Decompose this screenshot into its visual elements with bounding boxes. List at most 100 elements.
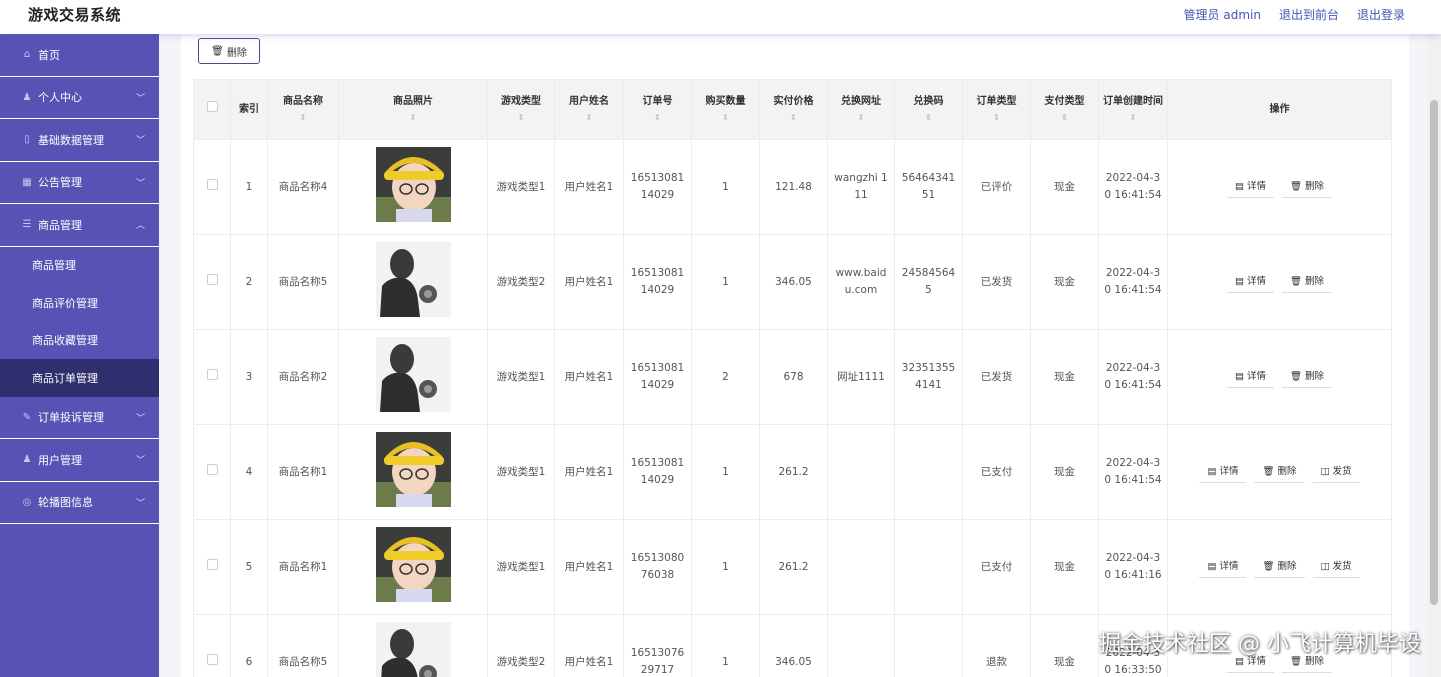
game-type-cell: 游戏类型1 xyxy=(487,139,555,235)
sort-icon[interactable]: ⇕ xyxy=(790,113,797,122)
delete-button[interactable]: 🗑 删除 xyxy=(1281,176,1333,198)
game-type-cell: 游戏类型2 xyxy=(487,234,555,330)
column-header[interactable]: 实付价格 ⇕ xyxy=(759,79,828,140)
detail-label: 详情 xyxy=(1246,276,1266,287)
detail-button[interactable]: ▤ 详情 xyxy=(1226,271,1274,293)
sort-icon[interactable]: ⇕ xyxy=(518,113,525,122)
created-time-cell: 2022-04-30 16:41:54 xyxy=(1098,234,1168,330)
detail-button[interactable]: ▤ 详情 xyxy=(1226,366,1274,388)
user-name-cell: 用户姓名1 xyxy=(554,424,624,520)
pay-type-cell: 现金 xyxy=(1030,519,1099,615)
column-header[interactable]: 用户姓名 ⇕ xyxy=(554,79,624,140)
sort-icon[interactable]: ⇕ xyxy=(858,113,865,122)
product-photo[interactable] xyxy=(343,241,483,323)
select-all-checkbox[interactable] xyxy=(206,101,218,112)
exit-to-front-link[interactable]: 退出到前台 xyxy=(1279,6,1339,23)
chevron-down-icon: ﹀ xyxy=(135,178,145,189)
row-checkbox[interactable] xyxy=(206,273,218,285)
delete-button[interactable]: 🗑 删除 xyxy=(1281,271,1333,293)
detail-button[interactable]: ▤ 详情 xyxy=(1226,176,1274,198)
column-header[interactable]: 索引 xyxy=(230,79,268,140)
column-header-label: 实付价格 xyxy=(773,95,814,107)
product-photo[interactable] xyxy=(343,621,483,677)
sidebar-item[interactable]: ⌂ 首页 xyxy=(0,34,159,77)
sort-icon[interactable]: ⇕ xyxy=(1130,113,1137,122)
admin-user-link[interactable]: 管理员 admin xyxy=(1184,6,1261,23)
sidebar-item[interactable]: ☰ 商品管理 ︿ xyxy=(0,204,159,247)
scrollbar-thumb[interactable] xyxy=(1430,100,1438,605)
sort-icon[interactable]: ⇕ xyxy=(410,113,417,122)
row-checkbox[interactable] xyxy=(206,178,218,190)
column-header-label: 兑换码 xyxy=(913,95,944,107)
sort-icon[interactable]: ⇕ xyxy=(1061,113,1068,122)
detail-button[interactable]: ▤ 详情 xyxy=(1199,556,1247,578)
column-header[interactable]: 购买数量 ⇕ xyxy=(691,79,760,140)
sidebar-subitem[interactable]: 商品管理 xyxy=(0,247,159,285)
sidebar-item[interactable]: ♟ 用户管理 ﹀ xyxy=(0,439,159,482)
sort-icon[interactable]: ⇕ xyxy=(993,113,1000,122)
delete-button[interactable]: 🗑 删除 xyxy=(1254,556,1305,578)
column-header[interactable]: 订单创建时间 ⇕ xyxy=(1098,79,1168,140)
price-cell: 121.48 xyxy=(759,139,828,235)
sidebar-subitem[interactable]: 商品订单管理 xyxy=(0,359,159,397)
column-header[interactable]: 订单类型 ⇕ xyxy=(962,79,1031,140)
sidebar-item[interactable]: ◎ 轮播图信息 ﹀ xyxy=(0,482,159,524)
redeem-url-cell: www.baidu.com xyxy=(827,234,895,330)
product-photo[interactable] xyxy=(343,146,483,228)
delete-button[interactable]: 🗑 删除 xyxy=(1281,366,1333,388)
product-photo[interactable] xyxy=(343,431,483,513)
column-header[interactable]: 兑换网址 ⇕ xyxy=(827,79,895,140)
order-type-cell: 已评价 xyxy=(962,139,1031,235)
row-checkbox[interactable] xyxy=(206,653,218,665)
column-header[interactable]: 兑换码 ⇕ xyxy=(894,79,963,140)
row-select-cell xyxy=(193,139,231,235)
sort-icon[interactable]: ⇕ xyxy=(654,113,661,122)
user-icon: ♟ xyxy=(22,454,32,466)
delete-button[interactable]: 🗑 删除 xyxy=(1254,461,1305,483)
detail-button[interactable]: ▤ 详情 xyxy=(1199,461,1247,483)
row-select-cell xyxy=(193,614,231,677)
user-name-cell: 用户姓名1 xyxy=(554,139,624,235)
redeem-url-cell: 网址1111 xyxy=(827,329,895,425)
sidebar-item[interactable]: ▦ 公告管理 ﹀ xyxy=(0,162,159,204)
vertical-scrollbar[interactable] xyxy=(1427,34,1441,677)
column-header[interactable]: 支付类型 ⇕ xyxy=(1030,79,1099,140)
ship-button[interactable]: ◫ 发货 xyxy=(1312,556,1360,578)
sort-icon[interactable]: ⇕ xyxy=(586,113,593,122)
product-name-cell: 商品名称4 xyxy=(267,139,339,235)
index-cell: 2 xyxy=(230,234,268,330)
sidebar-subitem[interactable]: 商品收藏管理 xyxy=(0,322,159,360)
sidebar-subitem[interactable]: 商品评价管理 xyxy=(0,284,159,322)
detail-icon: ▤ xyxy=(1234,371,1244,382)
logout-link[interactable]: 退出登录 xyxy=(1357,6,1405,23)
row-checkbox[interactable] xyxy=(206,463,218,475)
order-number-cell: 1651307629717 xyxy=(623,614,692,677)
sidebar: ⌂ 首页 ♟ 个人中心 ﹀ ▯ 基础数据管理 ﹀ ▦ 公告管理 ﹀ ☰ 商品管理 ︿ 商品管理 商品评价管理商… xyxy=(0,34,159,677)
row-checkbox[interactable] xyxy=(206,558,218,570)
column-header[interactable]: 操作 xyxy=(1167,79,1392,140)
sort-icon[interactable]: ⇕ xyxy=(722,113,729,122)
user-name-cell: 用户姓名1 xyxy=(554,234,624,330)
app-title: 游戏交易系统 xyxy=(28,6,122,24)
sidebar-item-label: 订单投诉管理 xyxy=(38,411,104,425)
batch-delete-button[interactable]: 🗑 删除 xyxy=(198,38,260,64)
sidebar-item[interactable]: ✎ 订单投诉管理 ﹀ xyxy=(0,397,159,439)
product-photo[interactable] xyxy=(343,336,483,418)
sort-icon[interactable]: ⇕ xyxy=(925,113,932,122)
column-header[interactable]: 游戏类型 ⇕ xyxy=(487,79,555,140)
column-header[interactable]: 商品照片 ⇕ xyxy=(338,79,488,140)
index-cell: 5 xyxy=(230,519,268,615)
row-actions: ▤ 详情 🗑 删除 ◫ 发货 xyxy=(1172,556,1387,578)
column-header[interactable]: 订单号 ⇕ xyxy=(623,79,692,140)
product-photo[interactable] xyxy=(343,526,483,608)
ship-button[interactable]: ◫ 发货 xyxy=(1312,461,1360,483)
sort-icon[interactable]: ⇕ xyxy=(300,113,307,122)
created-time-cell: 2022-04-30 16:41:54 xyxy=(1098,139,1168,235)
product-name-cell: 商品名称1 xyxy=(267,519,339,615)
sidebar-item[interactable]: ▯ 基础数据管理 ﹀ xyxy=(0,119,159,162)
orders-table: 索引 商品名称 ⇕ 商品照片 ⇕ 游戏类型 ⇕ 用户姓名 ⇕ 订单号 ⇕ 购买数量 ⇕ 实付价格 ⇕ 兑换网址… xyxy=(193,79,1392,677)
redeem-url-cell xyxy=(827,614,895,677)
column-header[interactable]: 商品名称 ⇕ xyxy=(267,79,339,140)
sidebar-item[interactable]: ♟ 个人中心 ﹀ xyxy=(0,77,159,119)
row-checkbox[interactable] xyxy=(206,368,218,380)
